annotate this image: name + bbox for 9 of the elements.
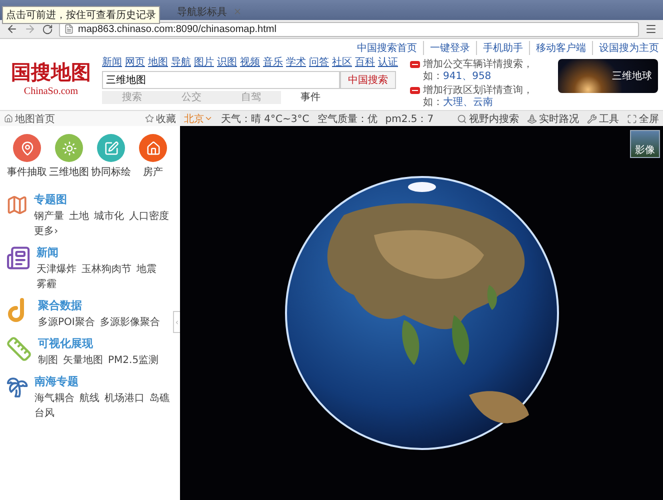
- logo-subtitle: ChinaSo.com: [24, 86, 78, 97]
- logo-title: 国搜地图: [11, 59, 91, 86]
- url-text: map863.chinaso.com:8090/chinasomap.html: [78, 24, 276, 34]
- pm25-text: pm2.5：7: [385, 112, 434, 126]
- weather-text: 天气：晴 4°C~3°C: [221, 112, 310, 126]
- air-quality-text: 空气质量：优: [317, 112, 378, 126]
- tooltip: 点击可前进，按住可查看历史记录: [2, 6, 160, 24]
- notice-text: 增加公交车辆详情搜索，如：941、958: [423, 59, 534, 83]
- notice-text: 增加行政区划详情查询，如：大理、云南: [423, 85, 534, 109]
